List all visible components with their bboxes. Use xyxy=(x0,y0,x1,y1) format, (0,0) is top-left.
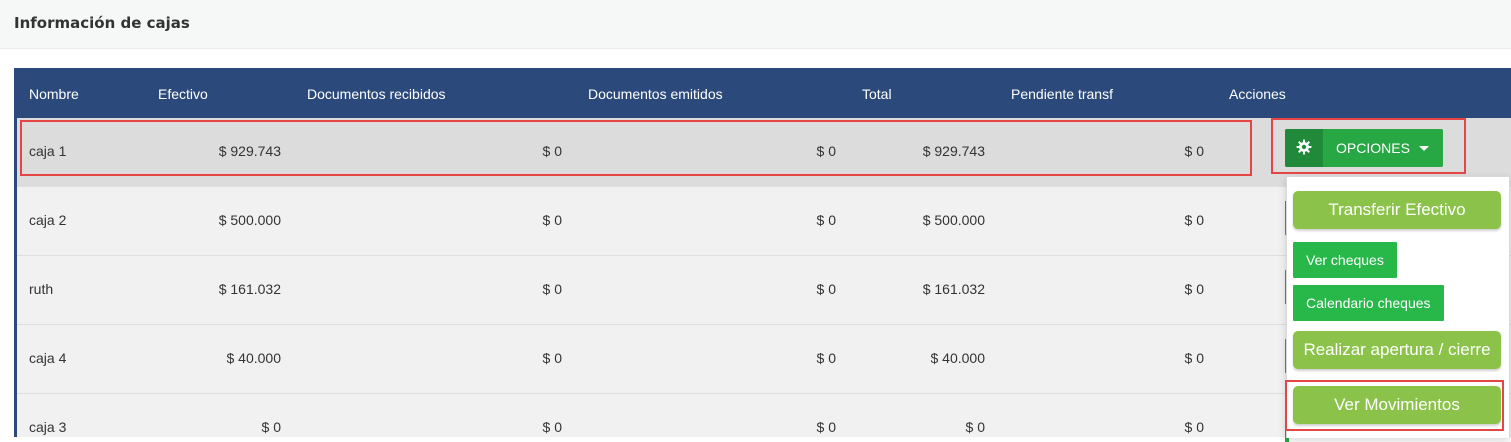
panel-header: Información de cajas xyxy=(0,0,1511,49)
menu-item-ver-cheques[interactable]: Ver cheques xyxy=(1293,242,1397,278)
cell-total: $ 0 xyxy=(965,419,985,435)
cell-efectivo: $ 0 xyxy=(261,419,281,435)
cell-total: $ 929.743 xyxy=(922,143,985,159)
cell-nombre: caja 1 xyxy=(29,143,67,159)
cell-pendiente: $ 0 xyxy=(1184,350,1204,366)
cell-nombre: ruth xyxy=(29,281,54,297)
menu-item-ver-movimientos[interactable]: Ver Movimientos xyxy=(1293,386,1501,424)
col-header-documentos-emitidos: Documentos emitidos xyxy=(588,86,723,102)
col-header-acciones: Acciones xyxy=(1229,86,1286,102)
cell-doc-recibidos: $ 0 xyxy=(542,281,562,297)
opciones-label: OPCIONES xyxy=(1336,140,1410,156)
col-header-pendiente-transf: Pendiente transf xyxy=(1011,86,1113,102)
cell-efectivo: $ 929.743 xyxy=(218,143,281,159)
cell-nombre: caja 4 xyxy=(29,350,67,366)
cell-pendiente: $ 0 xyxy=(1184,212,1204,228)
menu-item-calendario-cheques[interactable]: Calendario cheques xyxy=(1293,285,1444,321)
menu-item-realizar-apertura-cierre[interactable]: Realizar apertura / cierre xyxy=(1293,331,1501,369)
cell-pendiente: $ 0 xyxy=(1184,143,1204,159)
cell-doc-emitidos: $ 0 xyxy=(816,143,836,159)
cell-doc-recibidos: $ 0 xyxy=(542,350,562,366)
col-header-total: Total xyxy=(862,86,892,102)
panel-title: Información de cajas xyxy=(14,14,190,32)
cell-pendiente: $ 0 xyxy=(1184,281,1204,297)
cell-efectivo: $ 500.000 xyxy=(218,212,281,228)
col-header-documentos-recibidos: Documentos recibidos xyxy=(307,86,446,102)
cell-doc-recibidos: $ 0 xyxy=(542,212,562,228)
cell-doc-recibidos: $ 0 xyxy=(542,143,562,159)
gear-icon xyxy=(1296,139,1312,155)
cell-doc-recibidos: $ 0 xyxy=(542,419,562,435)
opciones-button[interactable]: OPCIONES xyxy=(1285,129,1443,167)
table-header: Nombre Efectivo Documentos recibidos Doc… xyxy=(14,68,1511,118)
cell-doc-emitidos: $ 0 xyxy=(816,281,836,297)
opciones-dropdown-menu: Transferir Efectivo Ver cheques Calendar… xyxy=(1286,176,1510,438)
cell-total: $ 40.000 xyxy=(930,350,986,366)
col-header-efectivo: Efectivo xyxy=(158,86,208,102)
cell-doc-emitidos: $ 0 xyxy=(816,419,836,435)
caret-down-icon xyxy=(1419,146,1429,151)
cell-pendiente: $ 0 xyxy=(1184,419,1204,435)
cell-nombre: caja 2 xyxy=(29,212,67,228)
cell-doc-emitidos: $ 0 xyxy=(816,212,836,228)
cell-nombre: caja 3 xyxy=(29,419,67,435)
col-header-nombre: Nombre xyxy=(29,86,79,102)
cell-efectivo: $ 40.000 xyxy=(226,350,282,366)
menu-item-transferir-efectivo[interactable]: Transferir Efectivo xyxy=(1293,191,1501,229)
cell-total: $ 161.032 xyxy=(922,281,985,297)
cell-total: $ 500.000 xyxy=(922,212,985,228)
opciones-icon-box xyxy=(1285,129,1323,167)
cell-doc-emitidos: $ 0 xyxy=(816,350,836,366)
cell-efectivo: $ 161.032 xyxy=(218,281,281,297)
